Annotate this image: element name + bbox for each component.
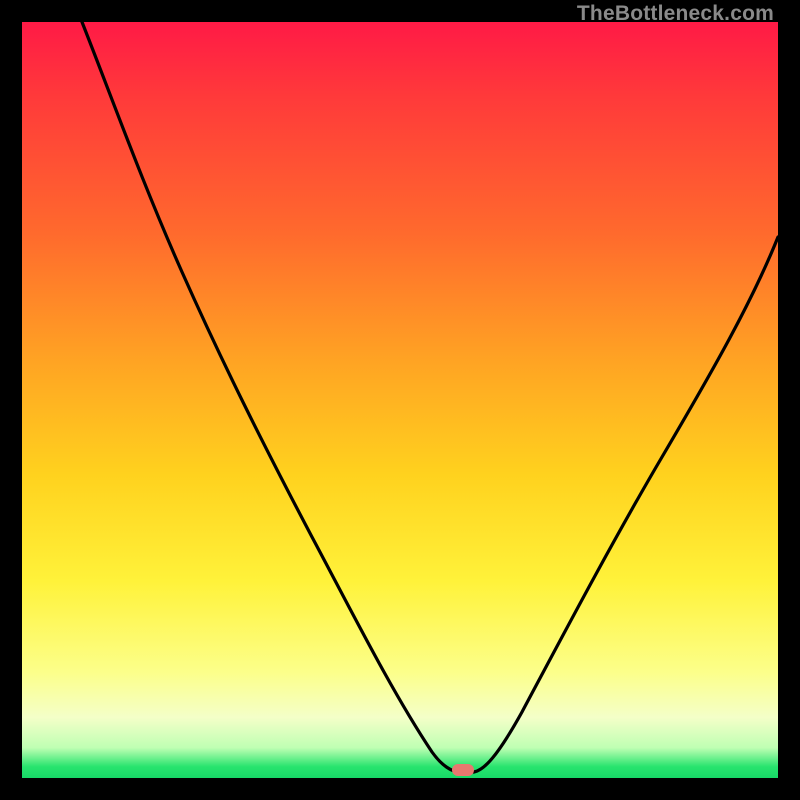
frame-bottom <box>0 778 800 800</box>
frame-right <box>778 0 800 800</box>
plot-area <box>22 22 778 778</box>
frame-left <box>0 0 22 800</box>
bottleneck-curve <box>22 22 778 778</box>
curve-path <box>82 22 778 772</box>
watermark-text: TheBottleneck.com <box>577 2 774 26</box>
minimum-marker <box>452 764 474 776</box>
chart-stage: TheBottleneck.com <box>0 0 800 800</box>
